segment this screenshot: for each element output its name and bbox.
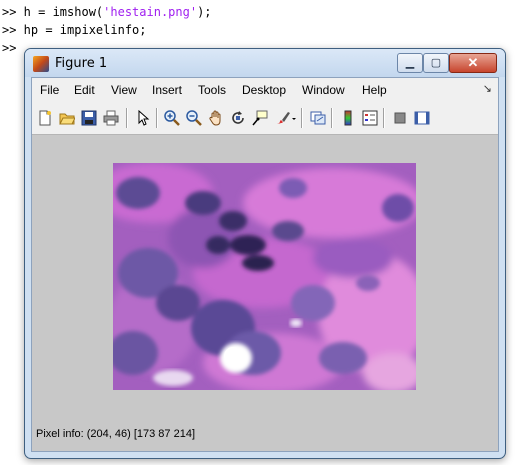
menu-edit[interactable]: Edit bbox=[74, 83, 95, 97]
prompt-2: >> bbox=[2, 23, 17, 37]
maximize-button[interactable]: ▢ bbox=[423, 53, 449, 73]
toolbar-separator bbox=[383, 108, 385, 128]
prompt-1: >> bbox=[2, 5, 17, 19]
rotate-3d-icon[interactable] bbox=[229, 109, 247, 127]
show-plot-tools-icon[interactable] bbox=[413, 109, 431, 127]
link-plot-icon[interactable] bbox=[309, 109, 327, 127]
brush-icon[interactable] bbox=[273, 109, 297, 127]
command-imshow-pre: h = imshow( bbox=[16, 5, 104, 19]
pixel-info-status: Pixel info: (204, 46) [173 87 214] bbox=[36, 428, 195, 440]
matlab-logo-icon bbox=[33, 56, 49, 72]
menu-file[interactable]: File bbox=[40, 83, 59, 97]
command-impixelinfo: hp = impixelinfo; bbox=[16, 23, 147, 37]
figure-client-area: File Edit View Insert Tools Desktop Wind… bbox=[31, 77, 499, 452]
new-figure-icon[interactable] bbox=[36, 109, 54, 127]
hide-plot-tools-icon[interactable] bbox=[391, 109, 409, 127]
print-icon[interactable] bbox=[102, 109, 120, 127]
edit-plot-icon[interactable] bbox=[134, 109, 152, 127]
menu-help[interactable]: Help bbox=[362, 83, 387, 97]
toolbar-separator bbox=[126, 108, 128, 128]
figure-window: Figure 1 ▁ ▢ ✕ File Edit View Insert Too… bbox=[24, 48, 506, 459]
zoom-out-icon[interactable] bbox=[185, 109, 203, 127]
prompt-3: >> bbox=[2, 41, 17, 55]
dock-arrow-icon[interactable]: ↘ bbox=[483, 82, 492, 95]
menu-window[interactable]: Window bbox=[302, 83, 345, 97]
command-imshow-post: ); bbox=[197, 5, 212, 19]
window-title: Figure 1 bbox=[55, 56, 108, 71]
stained-tissue-image[interactable] bbox=[113, 163, 416, 390]
toolbar-separator bbox=[156, 108, 158, 128]
title-bar[interactable]: Figure 1 ▁ ▢ ✕ bbox=[25, 49, 505, 77]
insert-legend-icon[interactable] bbox=[361, 109, 379, 127]
figure-toolbar bbox=[32, 102, 498, 135]
insert-colorbar-icon[interactable] bbox=[339, 109, 357, 127]
tissue-image-graphic bbox=[113, 163, 416, 390]
open-file-icon[interactable] bbox=[58, 109, 76, 127]
toolbar-separator bbox=[331, 108, 333, 128]
menu-bar: File Edit View Insert Tools Desktop Wind… bbox=[32, 78, 498, 102]
close-button[interactable]: ✕ bbox=[449, 53, 497, 73]
command-imshow-string: 'hestain.png' bbox=[103, 5, 198, 19]
menu-desktop[interactable]: Desktop bbox=[242, 83, 286, 97]
zoom-in-icon[interactable] bbox=[163, 109, 181, 127]
menu-view[interactable]: View bbox=[111, 83, 137, 97]
toolbar-separator bbox=[301, 108, 303, 128]
menu-insert[interactable]: Insert bbox=[152, 83, 182, 97]
pan-icon[interactable] bbox=[207, 109, 225, 127]
data-cursor-icon[interactable] bbox=[251, 109, 269, 127]
menu-tools[interactable]: Tools bbox=[198, 83, 226, 97]
minimize-button[interactable]: ▁ bbox=[397, 53, 423, 73]
save-icon[interactable] bbox=[80, 109, 98, 127]
